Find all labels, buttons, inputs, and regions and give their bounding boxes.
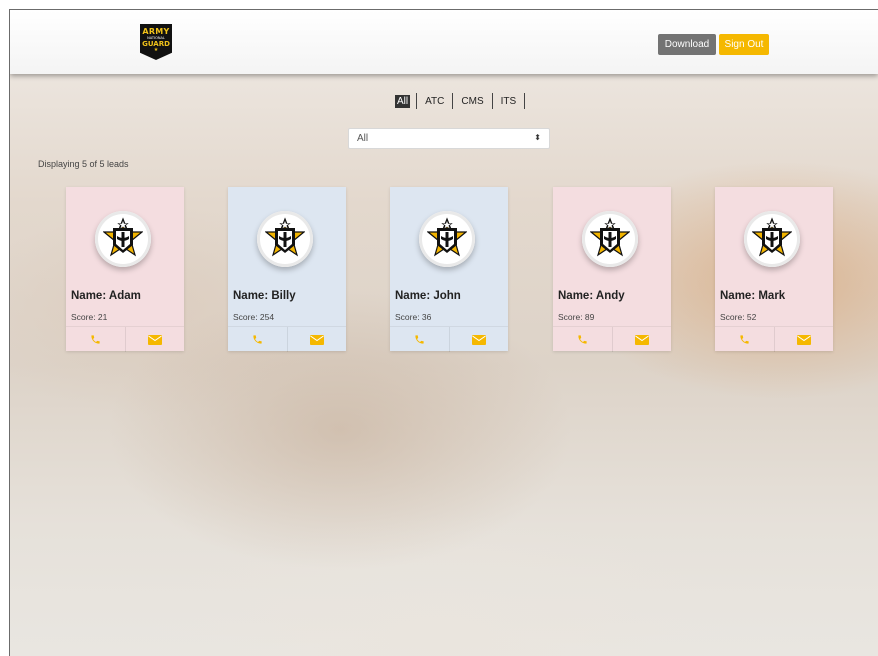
filter-separator — [524, 93, 526, 109]
lead-score: Score: 36 — [395, 312, 432, 322]
email-icon — [471, 334, 486, 345]
lead-actions — [715, 326, 833, 352]
phone-icon — [253, 335, 262, 344]
lead-score: Score: 89 — [558, 312, 595, 322]
logo-star-icon: ★ — [153, 47, 159, 53]
email-button[interactable] — [448, 327, 509, 352]
email-button[interactable] — [773, 327, 834, 352]
phone-icon — [415, 335, 424, 344]
phone-icon — [91, 335, 100, 344]
select-value: All — [357, 133, 369, 144]
lead-actions — [553, 326, 671, 352]
download-button[interactable]: Download — [658, 34, 716, 55]
lead-name: Name: Billy — [233, 290, 296, 302]
filter-cms[interactable]: CMS — [459, 95, 485, 108]
email-icon — [147, 334, 162, 345]
page-frame: ARMY NATIONAL GUARD ★ Download Sign Out … — [9, 9, 878, 656]
phone-icon — [578, 335, 587, 344]
call-button[interactable] — [390, 327, 449, 352]
army-emblem-icon — [752, 217, 792, 257]
call-button[interactable] — [66, 327, 125, 352]
lead-name: Name: Andy — [558, 290, 625, 302]
army-emblem-icon — [265, 217, 305, 257]
top-header: ARMY NATIONAL GUARD ★ Download Sign Out — [10, 10, 878, 74]
lead-name: Name: Adam — [71, 290, 141, 302]
logo-line-1: ARMY — [142, 27, 170, 36]
lead-count-text: Displaying 5 of 5 leads — [38, 159, 129, 169]
army-national-guard-logo[interactable]: ARMY NATIONAL GUARD ★ — [140, 24, 172, 60]
filter-all[interactable]: All — [395, 94, 411, 108]
filter-separator — [452, 93, 454, 109]
call-button[interactable] — [715, 327, 774, 352]
lead-score: Score: 21 — [71, 312, 108, 322]
lead-score: Score: 254 — [233, 312, 275, 322]
filter-separator — [416, 93, 418, 109]
lead-avatar — [582, 211, 638, 267]
email-icon — [796, 334, 811, 345]
army-emblem-icon — [590, 217, 630, 257]
sign-out-button[interactable]: Sign Out — [719, 34, 769, 55]
lead-card[interactable]: Name: Adam Score: 21 — [66, 187, 184, 352]
lead-card[interactable]: Name: Andy Score: 89 — [553, 187, 671, 352]
category-filter-bar: All ATC CMS ITS — [395, 92, 526, 110]
lead-avatar — [257, 211, 313, 267]
email-button[interactable] — [611, 327, 672, 352]
army-emblem-icon — [103, 217, 143, 257]
email-icon — [634, 334, 649, 345]
filter-its[interactable]: ITS — [499, 95, 519, 108]
lead-name: Name: John — [395, 290, 461, 302]
filter-separator — [491, 93, 493, 109]
filter-atc[interactable]: ATC — [423, 95, 446, 108]
lead-actions — [228, 326, 346, 352]
lead-avatar — [419, 211, 475, 267]
lead-actions — [390, 326, 508, 352]
phone-icon — [740, 335, 749, 344]
lead-avatar — [95, 211, 151, 267]
lead-card[interactable]: Name: John Score: 36 — [390, 187, 508, 352]
call-button[interactable] — [553, 327, 612, 352]
army-emblem-icon — [427, 217, 467, 257]
lead-avatar — [744, 211, 800, 267]
email-icon — [309, 334, 324, 345]
chevron-updown-icon: ⬍ — [534, 133, 541, 142]
lead-card[interactable]: Name: Mark Score: 52 — [715, 187, 833, 352]
lead-score: Score: 52 — [720, 312, 757, 322]
lead-filter-select[interactable]: All ⬍ — [348, 128, 550, 149]
email-button[interactable] — [124, 327, 185, 352]
call-button[interactable] — [228, 327, 287, 352]
lead-actions — [66, 326, 184, 352]
email-button[interactable] — [286, 327, 347, 352]
lead-name: Name: Mark — [720, 290, 786, 302]
lead-card[interactable]: Name: Billy Score: 254 — [228, 187, 346, 352]
